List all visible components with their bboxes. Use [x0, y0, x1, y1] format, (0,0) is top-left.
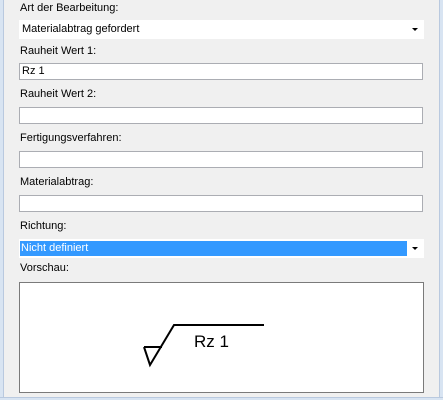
chevron-down-icon	[412, 28, 418, 31]
rauheit-wert-2-label: Rauheit Wert 2:	[20, 88, 97, 100]
fertigungsverfahren-input[interactable]	[19, 151, 423, 168]
rauheit-wert-1-label: Rauheit Wert 1:	[20, 45, 97, 57]
rauheit-wert-2-input[interactable]	[19, 107, 423, 124]
window-frame-left	[0, 0, 4, 400]
preview-roughness-text: Rz 1	[194, 332, 229, 351]
richtung-label: Richtung:	[20, 220, 67, 232]
art-der-bearbeitung-dropdown-button[interactable]	[406, 20, 424, 39]
materialabtrag-input[interactable]	[19, 195, 423, 212]
materialabtrag-label: Materialabtrag:	[20, 176, 94, 188]
richtung-value: Nicht definiert	[20, 241, 407, 256]
art-der-bearbeitung-select[interactable]: Materialabtrag gefordert	[19, 20, 424, 39]
rauheit-wert-1-input[interactable]: Rz 1	[19, 63, 423, 80]
art-der-bearbeitung-value: Materialabtrag gefordert	[22, 23, 140, 35]
chevron-down-icon	[412, 247, 418, 250]
vorschau-label: Vorschau:	[20, 262, 69, 274]
window-frame-right	[439, 0, 443, 400]
richtung-select[interactable]: Nicht definiert	[19, 239, 424, 258]
art-der-bearbeitung-label: Art der Bearbeitung:	[20, 2, 119, 14]
richtung-dropdown-button[interactable]	[406, 239, 424, 258]
fertigungsverfahren-label: Fertigungsverfahren:	[20, 132, 122, 144]
vorschau-preview-panel: Rz 1	[19, 282, 424, 393]
